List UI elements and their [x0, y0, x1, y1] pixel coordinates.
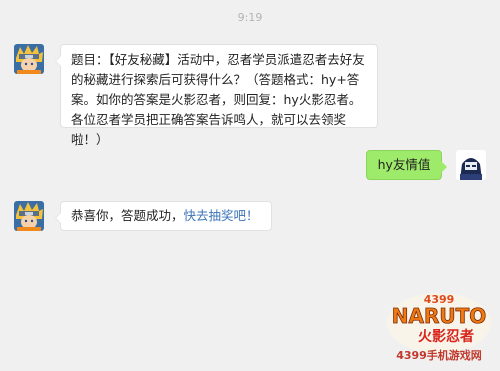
bot-message-text: 题目：【好友秘藏】活动中，忍者学员派遣忍者去好友的秘藏进行探索后可获得什么？（答…	[71, 52, 365, 147]
watermark-site: 4399手机游戏网	[396, 348, 482, 362]
success-text: 恭喜你，答题成功，	[71, 208, 184, 223]
user-avatar[interactable]	[456, 150, 486, 180]
ninja-avatar-icon	[456, 150, 486, 180]
bot-avatar[interactable]	[14, 201, 44, 231]
naruto-avatar-icon	[14, 201, 44, 231]
bot-avatar[interactable]	[14, 44, 44, 74]
bot-success-bubble[interactable]: 恭喜你，答题成功，快去抽奖吧！	[55, 201, 272, 231]
watermark-brand-main: NARUTO	[392, 304, 487, 328]
chat-timestamp: 9:19	[237, 11, 263, 24]
bot-message-bubble[interactable]: 题目：【好友秘藏】活动中，忍者学员派遣忍者去好友的秘藏进行探索后可获得什么？（答…	[55, 44, 378, 147]
watermark-brand-sub: 火影忍者	[418, 329, 474, 345]
user-message-text: hy友情值	[377, 157, 431, 172]
user-message-bubble[interactable]: hy友情值	[366, 150, 447, 180]
naruto-logo-icon: 4399 NARUTO 火影忍者 4399手机游戏网	[387, 293, 491, 362]
lottery-link[interactable]: 快去抽奖吧！	[184, 208, 259, 223]
naruto-avatar-icon	[14, 44, 44, 74]
naruto-4399-watermark: 4399 NARUTO 火影忍者 4399手机游戏网	[384, 287, 494, 365]
